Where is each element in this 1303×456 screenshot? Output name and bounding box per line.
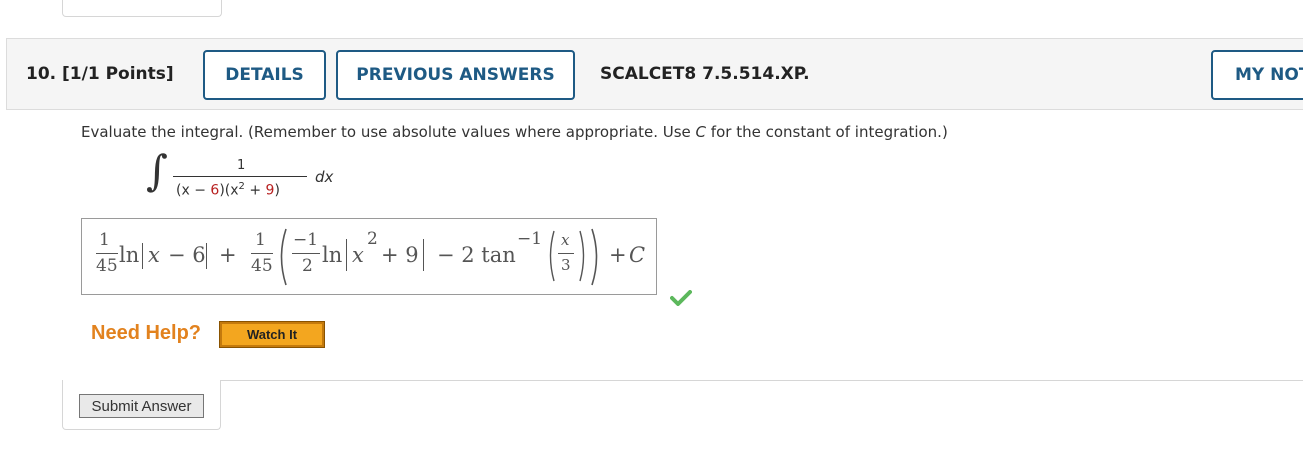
integral-differential: dx xyxy=(315,168,334,186)
arg-numerator: x xyxy=(561,231,570,249)
coef1-denominator: 45 xyxy=(96,256,118,276)
details-button[interactable]: DETAILS xyxy=(203,50,326,100)
question-prompt: Evaluate the integral. (Remember to use … xyxy=(81,123,948,141)
assignment-code: SCALCET8 7.5.514.XP. xyxy=(600,64,810,84)
prompt-text-2: for the constant of integration.) xyxy=(706,123,948,141)
right-paren-small xyxy=(579,230,585,282)
previous-question-card xyxy=(62,0,222,17)
coef3-denominator: 2 xyxy=(302,256,313,276)
need-help-label: Need Help? xyxy=(91,322,202,344)
prompt-constant-var: C xyxy=(695,123,707,141)
coef2-numerator: 1 xyxy=(255,230,266,250)
abs-bar-2b xyxy=(423,239,424,271)
plus-9: + 9 xyxy=(381,243,419,267)
coef1-numerator: 1 xyxy=(99,230,110,250)
correct-check-icon xyxy=(670,290,692,306)
minus-2-tan: − 2 tan xyxy=(437,243,516,267)
left-paren-large xyxy=(280,228,287,286)
den-part-c: )(x xyxy=(219,182,239,199)
previous-answers-button[interactable]: PREVIOUS ANSWERS xyxy=(336,50,575,100)
arg-bar xyxy=(558,253,574,254)
watch-it-button[interactable]: Watch It xyxy=(219,321,325,348)
footer-divider xyxy=(221,380,1303,381)
den-part-f: ) xyxy=(274,182,280,199)
submit-answer-button[interactable]: Submit Answer xyxy=(79,394,204,418)
abs-bar-1a xyxy=(142,243,143,269)
den-part-d: + xyxy=(244,182,266,199)
coef1-bar xyxy=(96,253,118,254)
integrand-denominator: (x − 6)(x2 + 9) xyxy=(176,181,280,199)
left-paren-small xyxy=(549,230,555,282)
plus-c-sign: + xyxy=(609,243,627,267)
var-x-1: x xyxy=(148,243,160,267)
integrand-numerator: 1 xyxy=(237,158,246,173)
abs-bar-2a xyxy=(346,239,347,271)
ln-2: ln xyxy=(322,243,343,267)
exponent-2: 2 xyxy=(367,229,378,249)
exponent-neg1: −1 xyxy=(517,229,543,249)
coef2-denominator: 45 xyxy=(251,256,273,276)
answer-input-box[interactable]: 1 45 ln x − 6 + 1 45 −1 2 ln x 2 + 9 − 2… xyxy=(81,218,657,295)
integrand-fraction-bar xyxy=(173,176,307,177)
question-number-points: 10. [1/1 Points] xyxy=(26,64,174,84)
ln-1: ln xyxy=(119,243,140,267)
den-part-b: 6 xyxy=(210,182,220,199)
arg-denominator: 3 xyxy=(561,256,571,274)
plus-1: + xyxy=(219,243,237,267)
prompt-text-1: Evaluate the integral. (Remember to use … xyxy=(81,123,696,141)
minus-6: − 6 xyxy=(168,243,206,267)
right-paren-large xyxy=(591,228,598,286)
integral-sign: ∫ xyxy=(146,146,168,195)
abs-bar-1b xyxy=(206,243,207,269)
coef2-bar xyxy=(251,253,273,254)
var-x-2: x xyxy=(352,243,364,267)
coef3-bar xyxy=(292,253,320,254)
coef3-numerator: −1 xyxy=(293,230,319,250)
my-notes-button[interactable]: MY NOTES xyxy=(1211,50,1303,100)
constant-c: C xyxy=(629,243,646,267)
den-part-a: (x − xyxy=(176,182,211,199)
